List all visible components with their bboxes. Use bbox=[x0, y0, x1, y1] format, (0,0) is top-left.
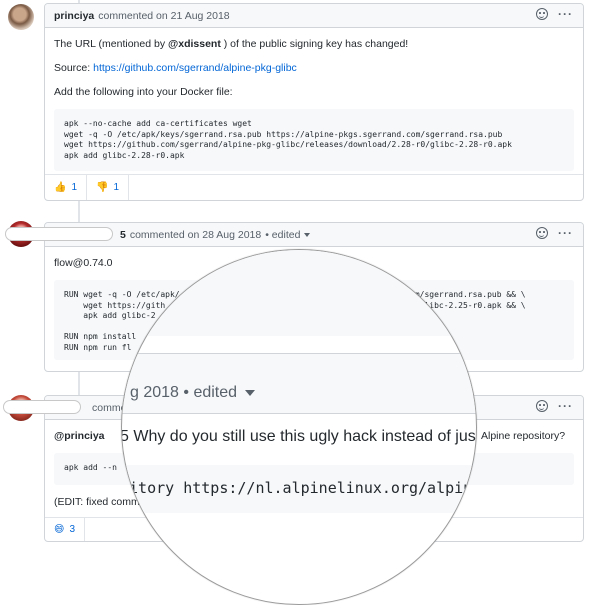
comment-action: commented on bbox=[98, 9, 168, 22]
header-actions: ··· bbox=[536, 8, 573, 20]
comment-1: princiya commented on 21 Aug 2018 ··· Th… bbox=[44, 3, 584, 201]
redacted-username bbox=[3, 400, 81, 414]
source-link[interactable]: https://github.com/sgerrand/alpine-pkg-g… bbox=[93, 62, 297, 74]
user-mention[interactable]: @princiya bbox=[54, 430, 105, 442]
comment-header: 5 commented on 28 Aug 2018 • edited ··· bbox=[45, 223, 583, 247]
source-line: Source: https://github.com/sgerrand/alpi… bbox=[54, 62, 297, 74]
reactions-bar: 👍 1 👎 1 bbox=[45, 174, 583, 200]
edited-indicator[interactable]: • edited bbox=[265, 229, 300, 241]
comment-date[interactable]: 21 Aug 2018 bbox=[171, 10, 230, 22]
add-reaction-icon[interactable] bbox=[536, 8, 548, 20]
more-options-icon[interactable]: ··· bbox=[558, 227, 573, 239]
lens-date: g 2018 • edited bbox=[130, 384, 256, 402]
lens-code-area bbox=[122, 250, 476, 336]
thumbs-up-icon: 👍 bbox=[54, 182, 67, 193]
chevron-down-icon bbox=[245, 389, 256, 396]
user-mention[interactable]: @xdissent bbox=[168, 38, 221, 50]
lens-text: 5 Why do you still use this ugly hack in… bbox=[122, 428, 476, 445]
header-actions: ··· bbox=[536, 227, 573, 239]
thumbs-down-icon: 👎 bbox=[96, 182, 109, 193]
add-reaction-icon[interactable] bbox=[536, 227, 548, 239]
redacted-username bbox=[5, 227, 113, 241]
add-reaction-icon[interactable] bbox=[536, 400, 548, 412]
comment-header: princiya commented on 21 Aug 2018 ··· bbox=[45, 4, 583, 28]
comment-author[interactable]: princiya bbox=[54, 10, 94, 22]
reaction-thumbs-down[interactable]: 👎 1 bbox=[87, 175, 130, 200]
comment-date[interactable]: 28 Aug 2018 bbox=[202, 229, 261, 241]
avatar[interactable] bbox=[8, 4, 34, 30]
magnifier-lens: g 2018 • edited 5 Why do you still use t… bbox=[121, 249, 477, 605]
smile-emoji-icon: 😄 bbox=[54, 524, 65, 535]
lens-code: sitory https://nl.alpinelinux.org/alpine… bbox=[121, 479, 476, 497]
chevron-down-icon[interactable] bbox=[304, 232, 311, 237]
more-options-icon[interactable]: ··· bbox=[558, 400, 573, 412]
comment-author[interactable]: 5 bbox=[120, 229, 126, 241]
more-options-icon[interactable]: ··· bbox=[558, 8, 573, 20]
reaction-thumbs-up[interactable]: 👍 1 bbox=[45, 175, 88, 200]
comment-action: commented on bbox=[129, 228, 200, 241]
comment-body: The URL (mentioned by @xdissent ) of the… bbox=[45, 28, 583, 171]
header-actions: ··· bbox=[536, 400, 573, 412]
instruction-text: Add the following into your Docker file: bbox=[54, 86, 233, 98]
code-block: apk --no-cache add ca-certificates wget … bbox=[54, 109, 574, 171]
comment-text: The URL (mentioned by @xdissent ) of the… bbox=[54, 38, 409, 50]
